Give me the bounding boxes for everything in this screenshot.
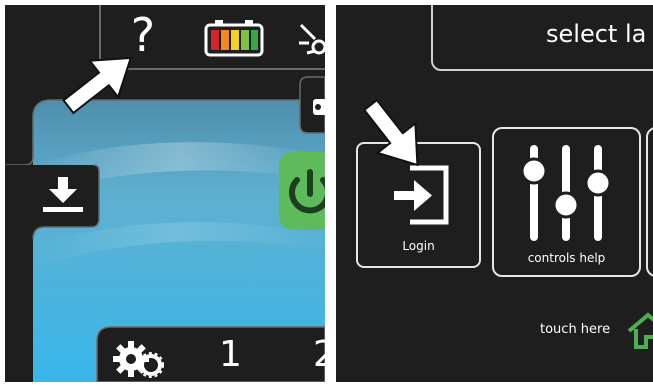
touch-here-label: touch here [540,322,611,337]
power-icon [289,169,325,214]
login-label: Login [402,239,435,253]
power-button[interactable] [279,152,325,230]
light-icon [299,23,325,55]
controls-help-label: controls help [527,251,606,265]
counter-one: 1 [219,334,242,375]
counter-two: 2 [313,334,325,375]
right-screen-panel: select la Login controls help touch here [336,5,653,382]
language-select-label: select la [546,20,647,48]
left-screen-panel: ? 1 2 [5,5,325,382]
next-button-partial[interactable] [646,127,653,277]
pointer-arrow-icon [362,98,419,167]
sliders-icon [520,145,612,241]
pointer-arrow-icon [62,56,133,115]
controls-help-button[interactable]: controls help [492,127,641,277]
battery-icon [204,20,264,57]
camera-icon[interactable] [309,95,325,121]
home-icon[interactable] [626,311,653,351]
gears-icon[interactable] [113,339,167,379]
export-icon[interactable] [39,175,89,219]
